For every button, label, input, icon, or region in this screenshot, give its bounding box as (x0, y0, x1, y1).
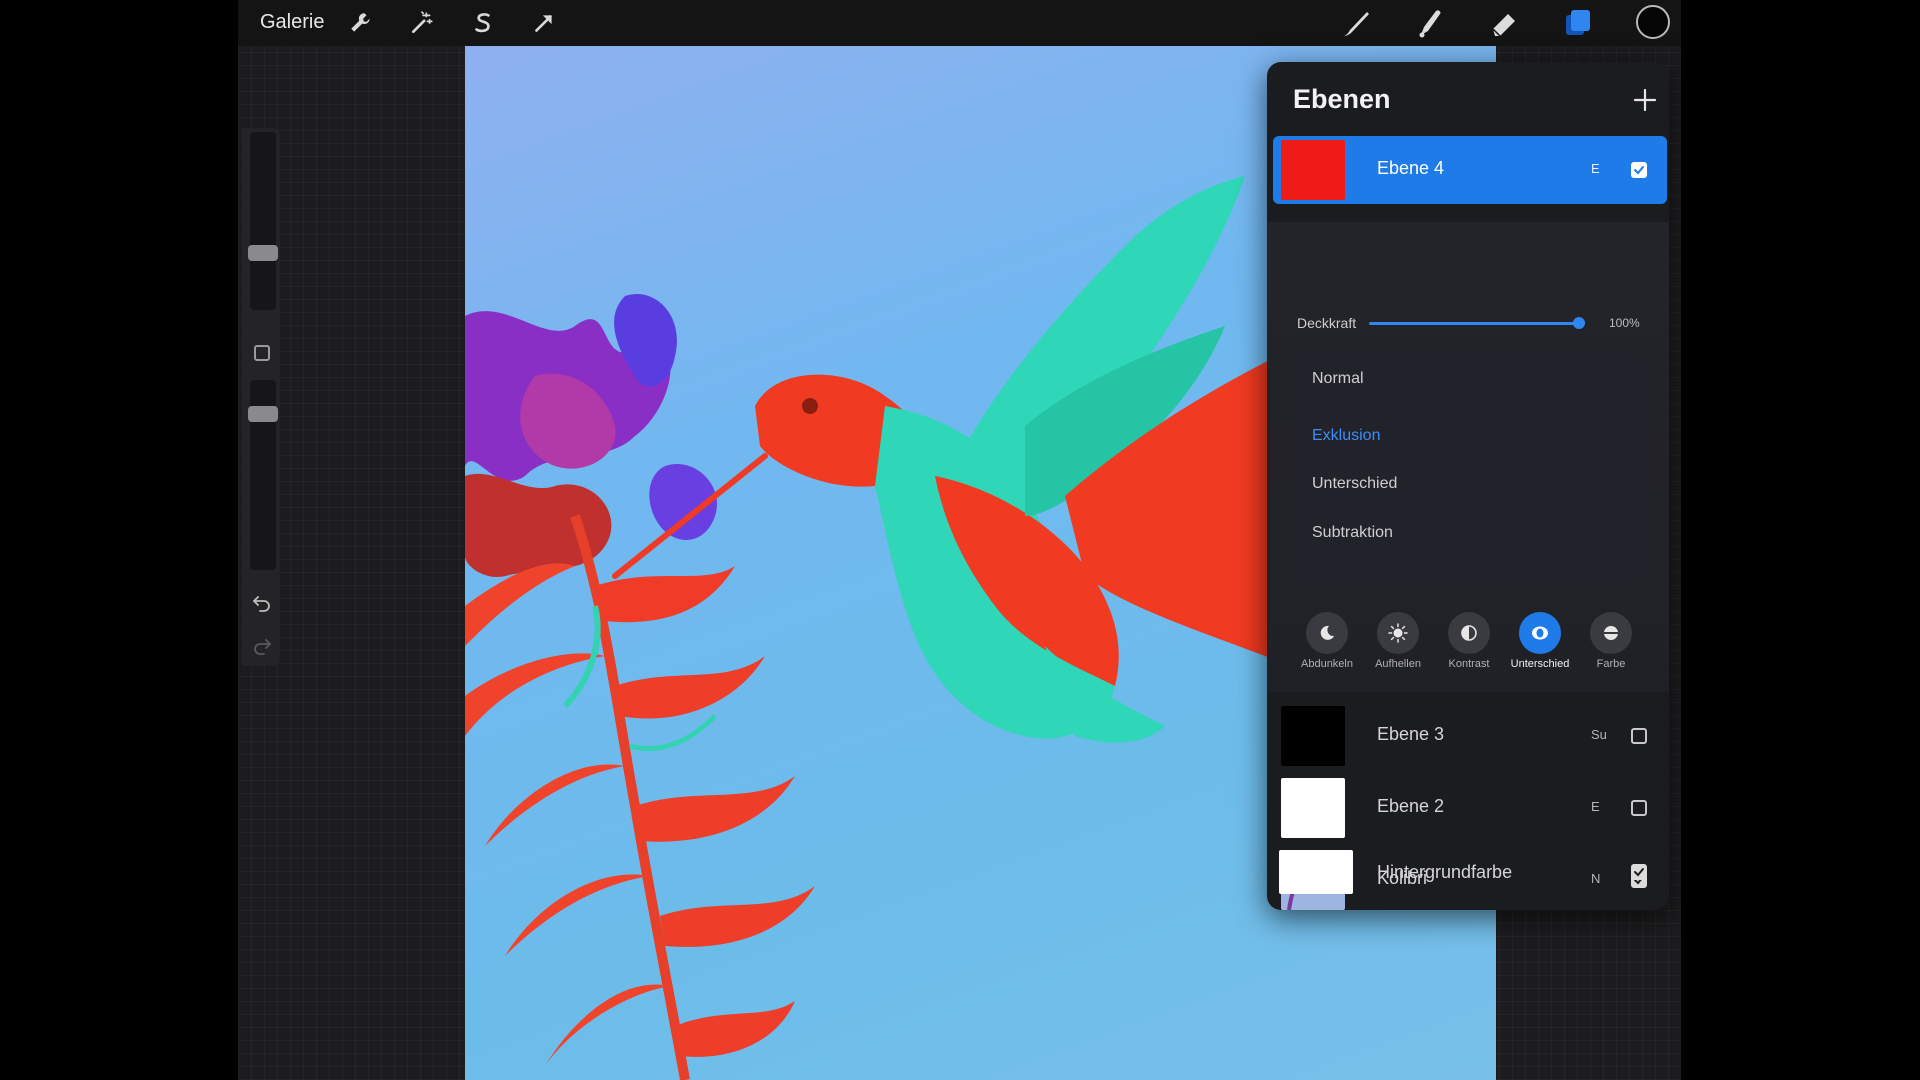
blend-mode-list: Normal Exklusion Unterschied Subtraktion (1293, 352, 1643, 582)
flower-stem (465, 514, 815, 1080)
layer-name: Ebene 2 (1377, 796, 1445, 816)
mode-group-label: Farbe (1596, 658, 1626, 670)
color-picker-button[interactable] (1636, 5, 1670, 39)
opacity-label: Deckkraft (1297, 315, 1357, 331)
layer-visibility-checkbox[interactable] (1631, 864, 1647, 880)
brush-size-slider[interactable] (250, 132, 276, 310)
layer-blend-letter[interactable]: Su (1591, 727, 1607, 742)
modify-square-button[interactable] (254, 345, 270, 361)
contrast-icon (1448, 612, 1490, 654)
blend-mode-subtraktion[interactable]: Subtraktion (1312, 524, 1393, 542)
layer-row-background[interactable]: Hintergrundfarbe (1273, 848, 1667, 908)
blend-mode-normal[interactable]: Normal (1312, 370, 1364, 388)
layer-name: Ebene 3 (1377, 724, 1445, 744)
mode-group-label: Aufhellen (1375, 658, 1421, 670)
blend-mode-exklusion[interactable]: Exklusion (1312, 427, 1380, 445)
checkmark-icon (1634, 868, 1644, 877)
opacity-slider-fill (1369, 322, 1585, 325)
add-layer-button[interactable] (1631, 86, 1659, 114)
mode-group-unterschied[interactable]: Unterschied (1508, 612, 1572, 682)
panel-title: Ebenen (1293, 84, 1391, 114)
mode-group-label: Abdunkeln (1301, 658, 1353, 670)
layer-thumbnail (1281, 778, 1345, 838)
layer-blend-letter[interactable]: E (1591, 161, 1600, 176)
layer-thumbnail (1281, 140, 1345, 200)
sun-icon (1377, 612, 1419, 654)
layer-thumbnail (1281, 706, 1345, 766)
brush-opacity-thumb[interactable] (248, 406, 278, 423)
layers-panel: Ebenen Ebene 4 E Deckkraft 100% Normal E… (1267, 62, 1669, 910)
layer-visibility-checkbox[interactable] (1631, 800, 1647, 816)
layer-name: Hintergrundfarbe (1377, 862, 1513, 882)
magic-wand-icon[interactable] (407, 8, 437, 38)
plus-icon (1633, 88, 1657, 112)
brush-icon[interactable] (1338, 5, 1374, 41)
layer-visibility-checkbox[interactable] (1631, 728, 1647, 744)
difference-icon (1519, 612, 1561, 654)
moon-icon (1306, 612, 1348, 654)
redo-icon[interactable] (252, 636, 272, 656)
layer-blend-letter[interactable]: E (1591, 799, 1600, 814)
opacity-value: 100% (1609, 316, 1640, 330)
mode-group-label: Kontrast (1448, 658, 1490, 670)
left-sidebar (242, 128, 280, 666)
checkmark-icon (1634, 166, 1644, 175)
opacity-slider[interactable] (1369, 317, 1585, 329)
procreate-app: Galerie Ebenen Ebene 4 E Deckkraft 100% … (238, 0, 1681, 1080)
selection-s-icon[interactable] (468, 8, 498, 38)
mode-group-label: Unterschied (1510, 658, 1570, 670)
top-toolbar: Galerie (238, 0, 1681, 46)
opacity-slider-knob[interactable] (1573, 317, 1585, 329)
brush-size-thumb[interactable] (248, 245, 278, 262)
layer-thumbnail (1279, 850, 1353, 894)
smudge-icon[interactable] (1412, 5, 1448, 41)
layer-row[interactable]: Ebene 3 Su (1273, 702, 1667, 770)
color-icon (1590, 612, 1632, 654)
layers-icon[interactable] (1560, 5, 1596, 41)
blend-mode-unterschied[interactable]: Unterschied (1312, 475, 1397, 493)
layer-row[interactable]: Ebene 2 E (1273, 774, 1667, 842)
gallery-button[interactable]: Galerie (260, 11, 324, 34)
layer-visibility-checkbox[interactable] (1631, 162, 1647, 178)
layer-name: Ebene 4 (1377, 158, 1445, 178)
mode-group-farbe[interactable]: Farbe (1579, 612, 1643, 682)
layer-row-active[interactable]: Ebene 4 E (1273, 136, 1667, 204)
mode-group-kontrast[interactable]: Kontrast (1437, 612, 1501, 682)
eraser-icon[interactable] (1486, 5, 1522, 41)
wrench-icon[interactable] (346, 8, 376, 38)
mode-group-aufhellen[interactable]: Aufhellen (1366, 612, 1430, 682)
mode-group-abdunkeln[interactable]: Abdunkeln (1295, 612, 1359, 682)
flower-petals (465, 294, 717, 577)
undo-icon[interactable] (252, 593, 272, 613)
transform-arrow-icon[interactable] (529, 8, 559, 38)
blend-mode-panel: Deckkraft 100% Normal Exklusion Untersch… (1267, 222, 1669, 692)
